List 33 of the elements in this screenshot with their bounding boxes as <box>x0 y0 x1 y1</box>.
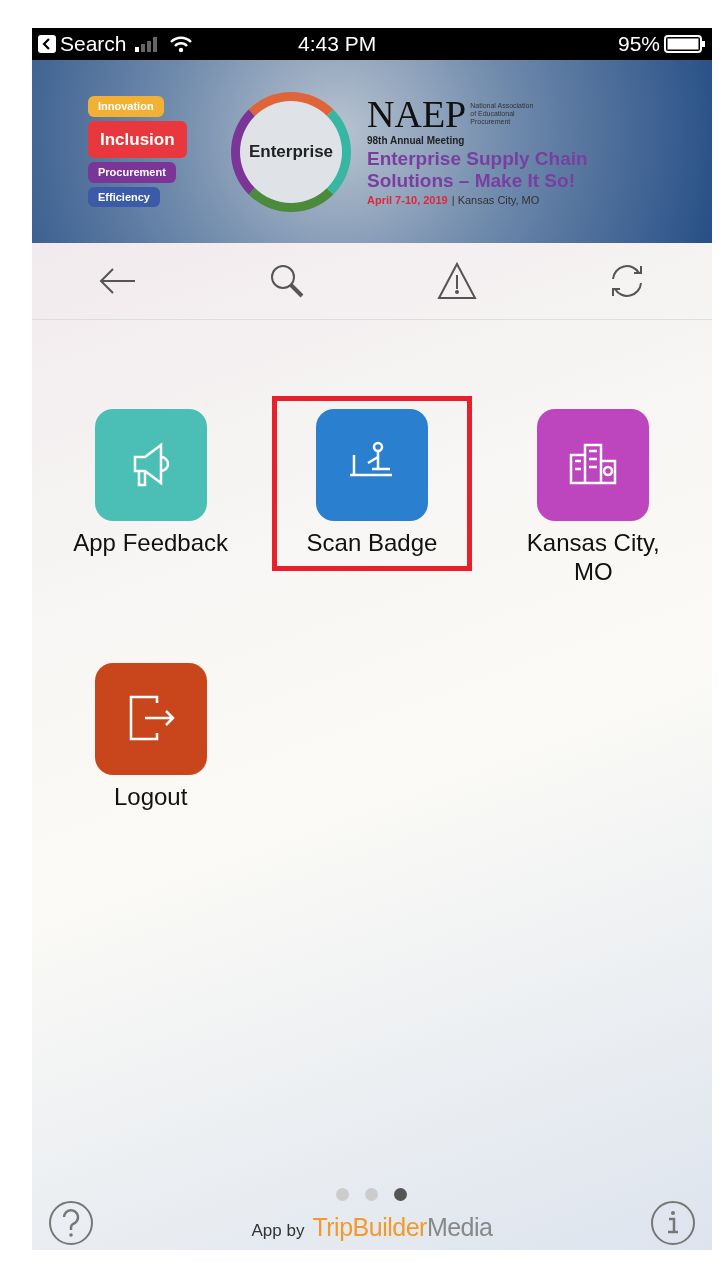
tile-label: Kansas City, MO <box>525 529 661 587</box>
battery-percent: 95% <box>617 31 660 58</box>
wifi-icon <box>168 35 193 53</box>
help-icon[interactable] <box>48 1200 94 1246</box>
app-by-label: App by <box>251 1219 305 1242</box>
pillar-label: Procurement <box>88 162 176 183</box>
app-tile[interactable]: Kansas City, MO <box>493 396 694 600</box>
pillar-label: Efficiency <box>88 186 160 207</box>
ring-label: Enterprise <box>248 140 334 163</box>
tile-label: Scan Badge <box>306 529 438 558</box>
theme-line: Solutions – Make It So! <box>367 169 576 192</box>
theme-line: Enterprise Supply Chain <box>367 147 588 170</box>
tile-label: App Feedback <box>73 529 229 558</box>
inclusion-label: Inclusion <box>88 120 187 158</box>
chevron-icon <box>38 35 56 53</box>
info-icon[interactable] <box>650 1200 696 1246</box>
app-tile[interactable]: App Feedback <box>50 396 251 571</box>
org-name: NAEP <box>367 94 467 133</box>
page-dot[interactable] <box>394 1187 408 1201</box>
event-location: | Kansas City, MO <box>451 192 540 208</box>
status-time: 4:43 PM <box>298 31 378 58</box>
pillar-label: Innovation <box>88 96 164 117</box>
tile-label: Logout <box>113 782 188 812</box>
app-tile[interactable]: Logout <box>50 649 251 825</box>
app-tile[interactable]: Scan Badge <box>272 396 472 571</box>
event-dates: April 7-10, 2019 <box>367 192 448 208</box>
back-to-search-link[interactable]: Search <box>38 28 127 60</box>
battery-icon <box>664 34 706 54</box>
meeting-label: 98th Annual Meeting <box>367 133 466 148</box>
vendor-logo: TripBuilderMedia <box>312 1211 493 1243</box>
page-dot[interactable] <box>336 1187 350 1201</box>
warning-icon[interactable] <box>437 261 477 301</box>
page-dot[interactable] <box>365 1187 379 1201</box>
